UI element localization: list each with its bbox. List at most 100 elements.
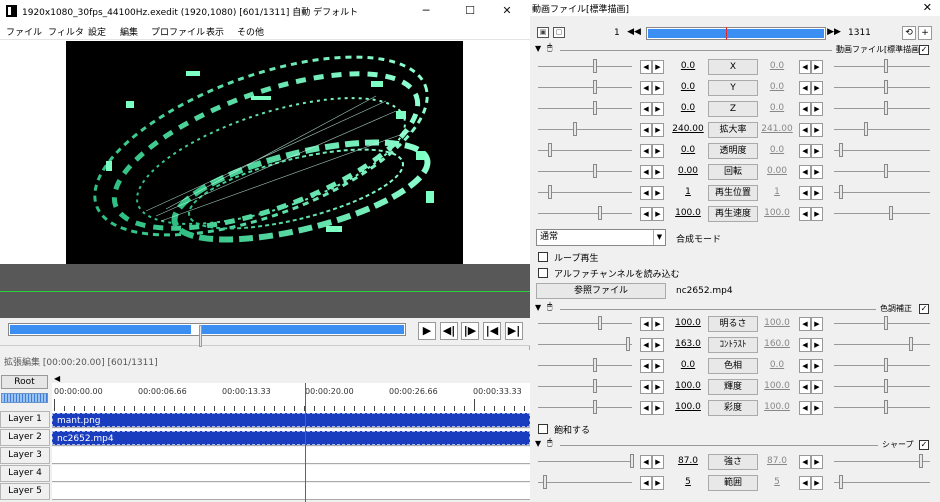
param-name-button[interactable]: ｺﾝﾄﾗｽﾄ [708,337,758,353]
decrement-icon[interactable]: ◀ [640,165,652,179]
layer-4-label[interactable]: Layer 4 [0,465,50,482]
menu-edit[interactable]: 編集 [120,25,138,38]
param-name-button[interactable]: X [708,59,758,75]
slider-thumb[interactable] [593,379,597,393]
param-value-start[interactable]: 100.0 [669,208,707,218]
increment-icon[interactable]: ▶ [652,207,664,221]
param-name-button[interactable]: 強さ [708,454,758,470]
param-value-end[interactable]: 5 [758,477,796,487]
menu-file[interactable]: ファイル [6,25,42,38]
param-value-end[interactable]: 241.00 [758,124,796,134]
param-value-end[interactable]: 160.0 [758,339,796,349]
param-slider-left[interactable] [538,122,632,136]
param-slider-right[interactable] [834,185,930,199]
decrement-icon[interactable]: ◀ [640,123,652,137]
prev-frame-button[interactable]: ◀| [440,322,458,340]
frame-slider[interactable] [646,27,826,40]
param-value-end[interactable]: 0.0 [758,61,796,71]
increment-icon[interactable]: ▶ [652,165,664,179]
param-name-button[interactable]: 範囲 [708,475,758,491]
slider-thumb[interactable] [884,164,888,178]
param-slider-right[interactable] [834,143,930,157]
increment-icon[interactable]: ▶ [652,60,664,74]
layer-3-label[interactable]: Layer 3 [0,447,50,464]
param-name-button[interactable]: 再生速度 [708,206,758,222]
increment-icon[interactable]: ▶ [811,165,823,179]
increment-icon[interactable]: ▶ [652,359,664,373]
increment-icon[interactable]: ▶ [652,338,664,352]
increment-icon[interactable]: ▶ [811,207,823,221]
section-collapse-icon[interactable]: ▼ [535,303,541,312]
param-value-start[interactable]: 240.00 [669,124,707,134]
param-value-end[interactable]: 1 [758,187,796,197]
decrement-icon[interactable]: ◀ [640,380,652,394]
param-value-start[interactable]: 100.0 [669,318,707,328]
param-value-end[interactable]: 100.0 [758,402,796,412]
decrement-icon[interactable]: ◀ [799,359,811,373]
section-collapse-icon[interactable]: ▼ [535,439,541,448]
clip-mant-png[interactable]: mant.png [52,413,530,427]
slider-thumb[interactable] [593,400,597,414]
slider-thumb[interactable] [548,185,552,199]
decrement-icon[interactable]: ◀ [799,401,811,415]
increment-icon[interactable]: ▶ [811,317,823,331]
slider-thumb[interactable] [548,143,552,157]
reset-icon[interactable]: ⟲ [902,26,916,40]
decrement-icon[interactable]: ◀ [640,401,652,415]
root-button[interactable]: Root [1,375,48,389]
shadow-toggle-icon[interactable]: ▢ [553,27,565,38]
increment-icon[interactable]: ▶ [811,476,823,490]
slider-thumb[interactable] [889,206,893,220]
slider-thumb[interactable] [593,358,597,372]
param-value-start[interactable]: 1 [669,187,707,197]
menu-filter[interactable]: フィルタ [48,25,84,38]
param-value-end[interactable]: 100.0 [758,381,796,391]
param-slider-left[interactable] [538,379,632,393]
layer-4-track[interactable] [52,465,530,482]
slider-thumb[interactable] [884,358,888,372]
slider-thumb[interactable] [864,122,868,136]
minimize-button[interactable]: ─ [403,0,449,22]
decrement-icon[interactable]: ◀ [640,144,652,158]
param-name-button[interactable]: 明るさ [708,316,758,332]
param-value-start[interactable]: 87.0 [669,456,707,466]
param-value-start[interactable]: 0.0 [669,61,707,71]
zoom-scale-bar[interactable] [1,393,48,403]
close-button[interactable]: ✕ [484,0,530,22]
decrement-icon[interactable]: ◀ [640,81,652,95]
param-value-end[interactable]: 0.0 [758,82,796,92]
param-value-start[interactable]: 0.0 [669,360,707,370]
increment-icon[interactable]: ▶ [811,60,823,74]
param-value-end[interactable]: 87.0 [758,456,796,466]
param-slider-left[interactable] [538,80,632,94]
slider-thumb[interactable] [543,475,547,489]
loop-checkbox[interactable] [538,252,548,262]
decrement-icon[interactable]: ◀ [799,123,811,137]
add-filter-icon[interactable]: + [918,26,932,40]
slider-thumb[interactable] [884,101,888,115]
decrement-icon[interactable]: ◀ [640,207,652,221]
decrement-icon[interactable]: ◀ [799,60,811,74]
increment-icon[interactable]: ▶ [811,102,823,116]
increment-icon[interactable]: ▶ [811,455,823,469]
decrement-icon[interactable]: ◀ [799,317,811,331]
camera-control-icon[interactable]: ▣ [537,27,549,38]
next-frame-button[interactable]: |▶ [461,322,479,340]
dialog-close-button[interactable]: ✕ [923,1,932,14]
param-slider-left[interactable] [538,316,632,330]
increment-icon[interactable]: ▶ [811,380,823,394]
param-name-button[interactable]: Y [708,80,758,96]
increment-icon[interactable]: ▶ [811,144,823,158]
increment-icon[interactable]: ▶ [652,186,664,200]
param-name-button[interactable]: 彩度 [708,400,758,416]
slider-thumb[interactable] [884,316,888,330]
param-name-button[interactable]: 透明度 [708,143,758,159]
decrement-icon[interactable]: ◀ [799,186,811,200]
slider-thumb[interactable] [598,316,602,330]
increment-icon[interactable]: ▶ [652,455,664,469]
param-value-end[interactable]: 0.0 [758,103,796,113]
param-value-end[interactable]: 0.0 [758,360,796,370]
slider-thumb[interactable] [884,59,888,73]
decrement-icon[interactable]: ◀ [799,380,811,394]
layer-2-label[interactable]: Layer 2 [0,429,50,446]
